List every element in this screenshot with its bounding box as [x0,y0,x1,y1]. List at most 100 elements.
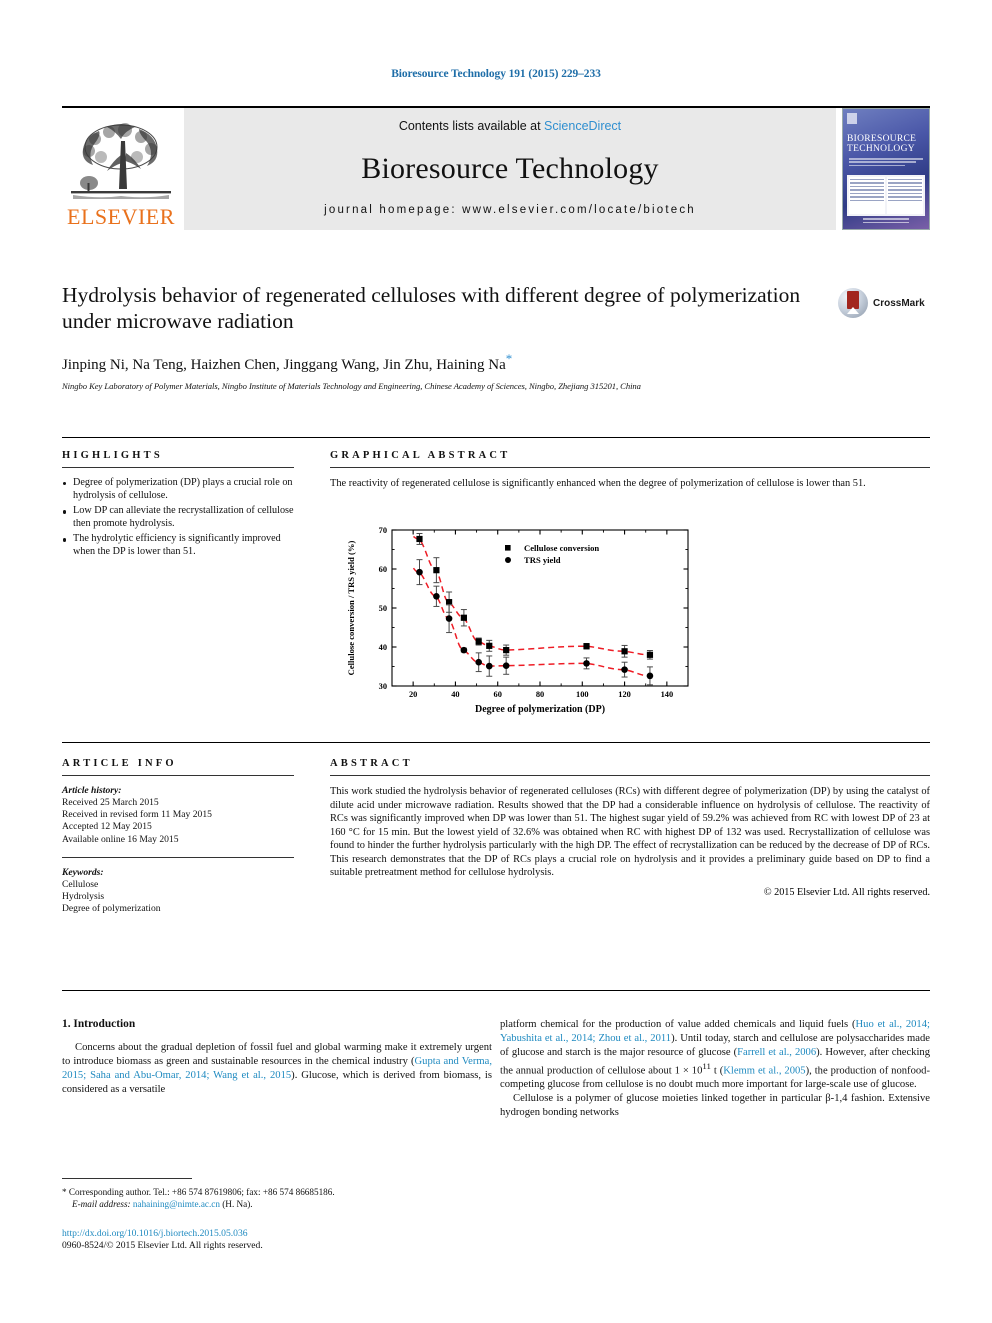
corresponding-author-note: * Corresponding author. Tel.: +86 574 87… [62,1186,492,1198]
citation-link[interactable]: Klemm et al., 2005 [723,1065,805,1076]
contents-available-line: Contents lists available at ScienceDirec… [399,119,621,133]
data-point-circle [485,662,493,670]
graphical-abstract-caption: The reactivity of regenerated cellulose … [330,478,866,489]
x-tick-label: 40 [451,690,459,699]
cover-title-line1: BIORESOURCE [847,133,917,144]
list-item: The hydrolytic efficiency is significant… [62,533,294,558]
cover-title: BIORESOURCE TECHNOLOGY [847,134,925,154]
article-history-accepted: Accepted 12 May 2015 [62,821,152,833]
crossmark-icon [838,288,868,318]
sciencedirect-link[interactable]: ScienceDirect [544,119,621,133]
email-link[interactable]: nahaining@nimte.ac.cn [133,1199,220,1209]
crossmark-badge[interactable]: CrossMark [838,286,930,320]
article-history-online: Available online 16 May 2015 [62,833,179,845]
data-point-circle [433,593,440,600]
data-point-circle [475,658,482,666]
legend-label: Cellulose conversion [524,543,599,553]
right-text-a: platform chemical for the production of … [500,1019,856,1030]
article-history-received: Received 25 March 2015 [62,797,159,808]
legend-marker-square [505,545,511,551]
legend-label: TRS yield [524,555,561,565]
page-title: Hydrolysis behavior of regenerated cellu… [62,283,801,333]
cover-subtitle-lines [847,157,925,168]
data-point-square [416,535,423,543]
data-point-circle [583,660,590,667]
y-axis-label: Cellulose conversion / TRS yield (%) [346,541,356,676]
right-text-d: t ( [710,1065,724,1077]
cover-figure [847,174,925,216]
data-point-square [621,648,628,655]
journal-masthead: ELSEVIER Contents lists available at Sci… [62,106,930,230]
body-column-left: 1. Introduction Concerns about the gradu… [62,1018,492,1097]
highlights-list: Degree of polymerization (DP) plays a cr… [62,477,294,559]
divider-above-abstract [62,742,930,743]
article-history-label: Article history: [62,785,122,796]
y-tick-label: 30 [379,682,387,691]
data-point-circle [445,615,453,622]
intro-paragraph-left: Concerns about the gradual depletion of … [62,1041,492,1097]
y-tick-label: 70 [379,526,387,535]
exponent: 11 [702,1060,711,1071]
abstract-copyright: © 2015 Elsevier Ltd. All rights reserved… [763,886,930,898]
intro-paragraph-right-1: platform chemical for the production of … [500,1018,930,1092]
data-point-circle [621,666,628,673]
footnote-marker: * [62,1187,67,1197]
elsevier-logo: ELSEVIER [62,108,180,230]
x-axis-label: Degree of polymerization (DP) [475,704,605,715]
abstract-rule [330,775,930,776]
keyword-item: Cellulose [62,878,99,890]
footnote-section: * Corresponding author. Tel.: +86 574 87… [62,1178,492,1210]
data-point-circle [502,662,510,670]
author-list: Jinping Ni, Na Teng, Haizhen Chen, Jingg… [62,351,930,374]
introduction-heading: 1. Introduction [62,1018,136,1030]
email-suffix: (H. Na). [222,1199,253,1209]
journal-cover-thumbnail[interactable]: BIORESOURCE TECHNOLOGY [842,108,930,230]
cover-title-line2: TECHNOLOGY [847,143,915,154]
list-item: Low DP can alleviate the recrystallizati… [62,505,294,530]
journal-title: Bioresource Technology [361,151,659,185]
keywords-rule [62,856,294,858]
crossmark-label: CrossMark [873,297,925,309]
highlights-heading: HIGHLIGHTS [62,450,163,461]
graphical-abstract-heading: GRAPHICAL ABSTRACT [330,450,511,461]
plot-frame [391,529,689,687]
x-tick-label: 60 [494,690,502,699]
data-point-square [486,642,493,649]
article-info-section: ARTICLE INFO Article history: Received 2… [62,758,294,915]
x-tick-label: 120 [618,690,631,699]
article-info-heading: ARTICLE INFO [62,758,177,769]
data-point-square [460,614,467,621]
corresponding-author-text: Corresponding author. Tel.: +86 574 8761… [68,1187,335,1197]
x-tick-label: 80 [536,690,544,699]
body-column-right: platform chemical for the production of … [500,1018,930,1120]
data-point-square [583,643,590,650]
issn-copyright: 0960-8524/© 2015 Elsevier Ltd. All right… [62,1240,263,1251]
journal-homepage[interactable]: journal homepage: www.elsevier.com/locat… [324,204,696,216]
x-tick-label: 100 [576,690,589,699]
highlights-section: HIGHLIGHTS Degree of polymerization (DP)… [62,450,294,562]
email-note: E-mail address: nahaining@nimte.ac.cn (H… [62,1198,492,1210]
scatter-chart-svg: 20 40 60 80 100 120 140 30 40 50 60 70 Degree of pol… [346,526,689,715]
article-history-revised: Received in revised form 11 May 2015 [62,809,212,821]
citation-link[interactable]: Farrell et al., 2006 [737,1047,816,1058]
divider-above-body [62,990,930,991]
abstract-heading: ABSTRACT [330,758,413,769]
doi-link[interactable]: http://dx.doi.org/10.1016/j.biortech.201… [62,1228,492,1239]
data-point-circle [460,646,468,654]
graphical-abstract-rule [330,467,930,468]
data-point-circle [416,568,423,576]
list-item: Degree of polymerization (DP) plays a cr… [62,477,294,502]
author-names: Jinping Ni, Na Teng, Haizhen Chen, Jingg… [62,357,506,373]
data-point-square [646,651,654,658]
keyword-item: Degree of polymerization [62,903,161,915]
keyword-item: Hydrolysis [62,891,105,903]
corresponding-author-marker[interactable]: * [506,351,513,366]
footnote-rule [62,1178,192,1179]
journal-article-page: Bioresource Technology 191 (2015) 229–23… [0,0,992,1323]
data-point-square [433,567,440,574]
x-tick-label: 140 [661,690,674,699]
affiliation: Ningbo Key Laboratory of Polymer Materia… [62,381,641,391]
abstract-body: This work studied the hydrolysis behavio… [330,786,930,878]
graphical-abstract-chart: 20 40 60 80 100 120 140 30 40 50 60 70 Degree of pol… [340,518,700,730]
cover-elsevier-mark [847,113,857,124]
